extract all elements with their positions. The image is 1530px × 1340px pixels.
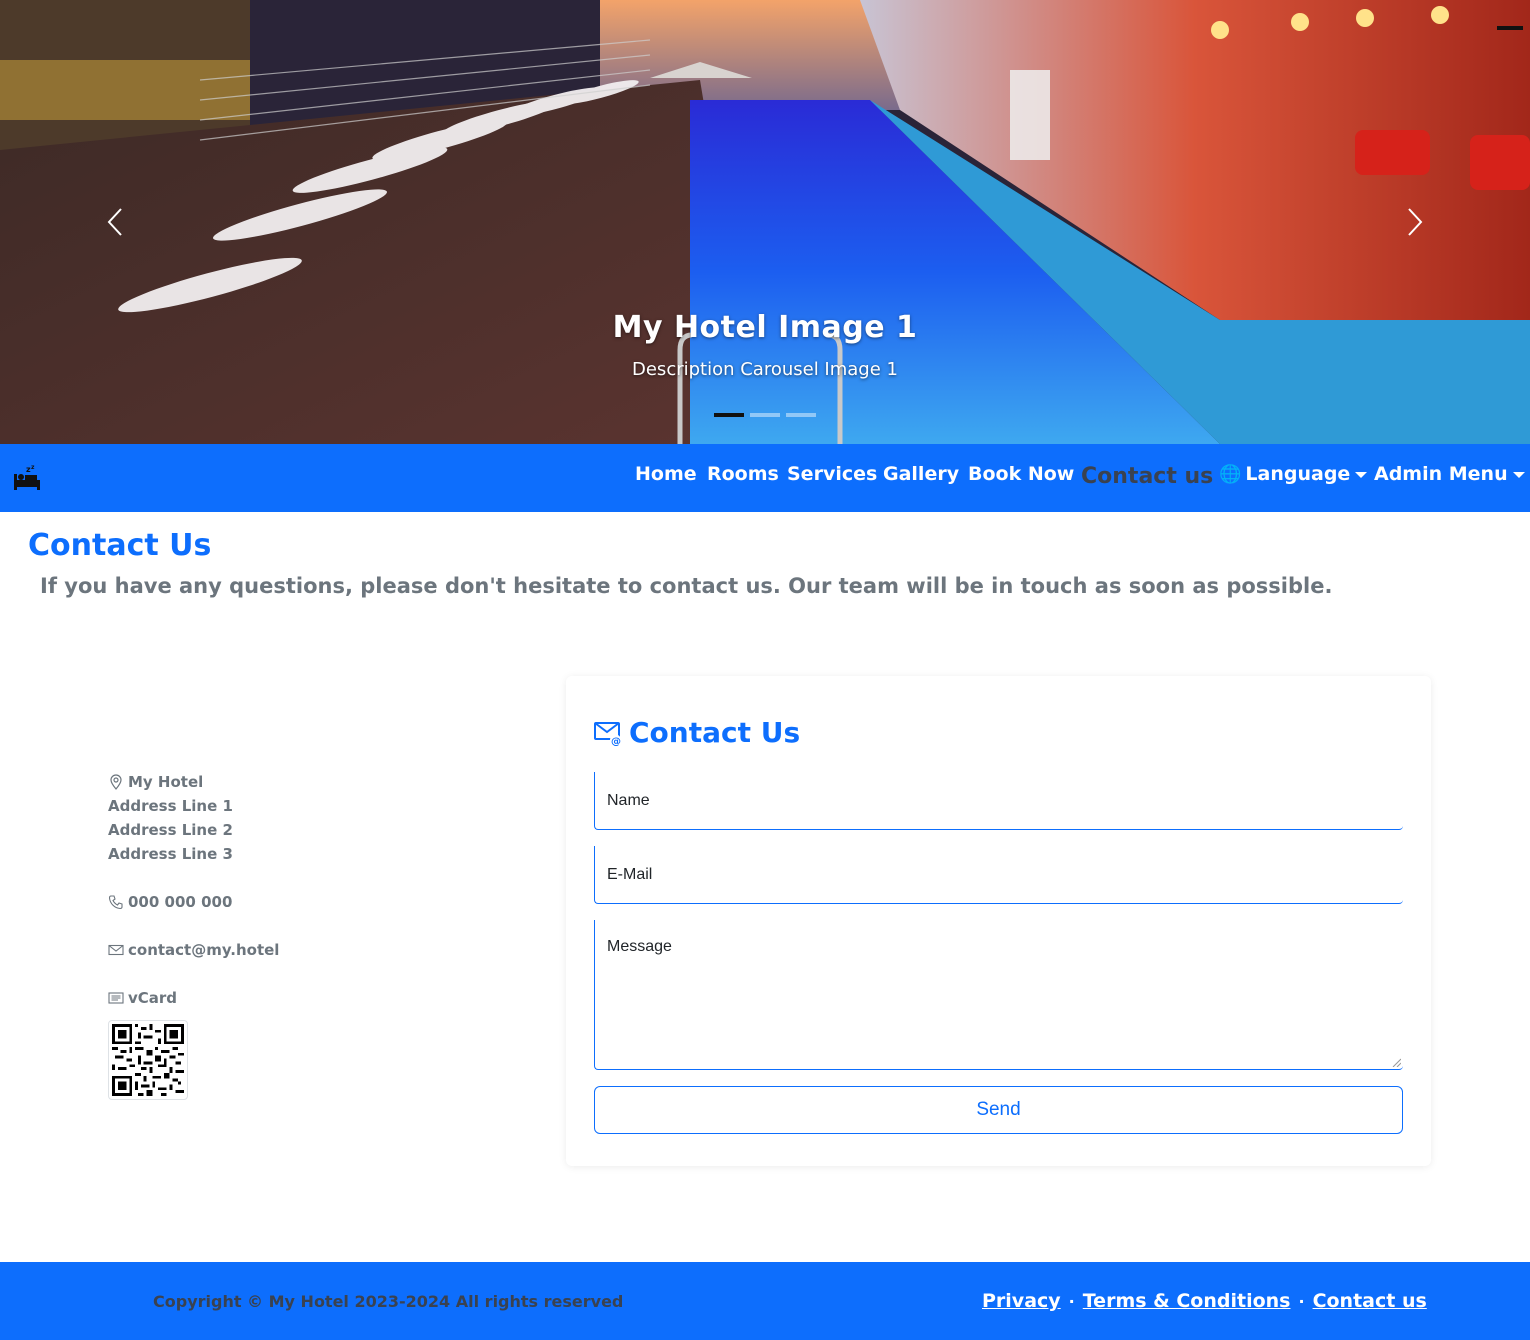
email-line: contact@my.hotel xyxy=(108,938,279,962)
contact-info: My Hotel Address Line 1 Address Line 2 A… xyxy=(108,770,279,1100)
send-button[interactable]: Send xyxy=(594,1086,1403,1134)
admin-menu-label: Admin Menu xyxy=(1374,463,1508,485)
copyright-text: Copyright © My Hotel 2023-2024 All right… xyxy=(153,1292,624,1311)
language-dropdown[interactable]: 🌐 Language xyxy=(1219,463,1368,485)
hero-carousel: My Hotel Image 1 Description Carousel Im… xyxy=(0,0,1530,444)
carousel-indicator-2[interactable] xyxy=(750,413,780,417)
carousel-corner-mark xyxy=(1497,26,1523,30)
name-input[interactable]: Name xyxy=(594,772,1403,830)
phone-number[interactable]: 000 000 000 xyxy=(128,892,232,912)
carousel-indicators xyxy=(714,413,816,417)
vcard-line: vCard xyxy=(108,986,279,1010)
contact-form-title: Contact Us xyxy=(629,716,801,749)
carousel-prev-button[interactable] xyxy=(95,200,135,244)
email-input[interactable]: E-Mail xyxy=(594,846,1403,904)
carousel-title: My Hotel Image 1 xyxy=(612,310,918,345)
globe-icon: 🌐 xyxy=(1219,464,1242,485)
phone-icon xyxy=(108,895,123,910)
footer-links: Privacy · Terms & Conditions · Contact u… xyxy=(982,1290,1427,1312)
address-line-1: Address Line 1 xyxy=(108,797,233,815)
carousel-caption: My Hotel Image 1 Description Carousel Im… xyxy=(0,310,1530,380)
nav-home[interactable]: Home xyxy=(635,463,697,485)
carousel-indicator-1[interactable] xyxy=(714,413,744,417)
svg-text:z: z xyxy=(31,464,35,471)
chevron-right-icon xyxy=(1408,208,1423,236)
message-placeholder: Message xyxy=(607,938,672,955)
phone-line: 000 000 000 xyxy=(108,890,279,914)
carousel-next-button[interactable] xyxy=(1395,200,1435,244)
page-title: Contact Us xyxy=(28,528,212,563)
hotel-name-line: My Hotel xyxy=(108,770,279,794)
nav-services[interactable]: Services xyxy=(787,463,877,485)
resize-grip-icon[interactable] xyxy=(1391,1057,1401,1067)
qr-code-icon xyxy=(112,1024,184,1096)
footer-separator: · xyxy=(1068,1291,1075,1311)
email-address[interactable]: contact@my.hotel xyxy=(128,940,279,960)
map-pin-icon xyxy=(110,774,122,790)
vcard-label[interactable]: vCard xyxy=(128,988,177,1008)
language-label: Language xyxy=(1245,463,1351,485)
admin-menu-dropdown[interactable]: Admin Menu xyxy=(1374,463,1525,485)
envelope-icon xyxy=(108,944,124,956)
footer-separator: · xyxy=(1298,1291,1305,1311)
nav-contact-us[interactable]: Contact us xyxy=(1081,464,1213,489)
svg-text:@: @ xyxy=(611,736,621,746)
footer-contact-link[interactable]: Contact us xyxy=(1313,1290,1427,1312)
envelope-at-icon: @ xyxy=(594,721,621,746)
main-navbar: z z Home Rooms Services Gallery Book Now… xyxy=(0,444,1530,512)
hotel-bed-icon: z z xyxy=(14,464,40,490)
footer-terms-link[interactable]: Terms & Conditions xyxy=(1083,1290,1291,1312)
contact-form-heading: @ Contact Us xyxy=(594,716,800,749)
address-line-2: Address Line 2 xyxy=(108,821,233,839)
address-line-3: Address Line 3 xyxy=(108,845,233,863)
contact-form-card: @ Contact Us Name E-Mail Message Send xyxy=(566,676,1431,1166)
vcard-icon xyxy=(108,992,124,1004)
carousel-description: Description Carousel Image 1 xyxy=(632,359,898,380)
message-textarea[interactable]: Message xyxy=(594,920,1403,1070)
nav-rooms[interactable]: Rooms xyxy=(707,463,779,485)
chevron-left-icon xyxy=(107,208,122,236)
vcard-qr-code[interactable] xyxy=(108,1020,188,1100)
nav-gallery[interactable]: Gallery xyxy=(883,463,959,485)
page-footer: Copyright © My Hotel 2023-2024 All right… xyxy=(0,1262,1530,1340)
footer-privacy-link[interactable]: Privacy xyxy=(982,1290,1061,1312)
carousel-indicator-3[interactable] xyxy=(786,413,816,417)
navbar-brand[interactable]: z z xyxy=(12,464,42,492)
caret-down-icon xyxy=(1355,471,1368,478)
nav-book-now[interactable]: Book Now xyxy=(968,463,1074,485)
hotel-name: My Hotel xyxy=(128,773,204,791)
intro-text: If you have any questions, please don't … xyxy=(40,574,1333,598)
caret-down-icon xyxy=(1512,471,1525,478)
